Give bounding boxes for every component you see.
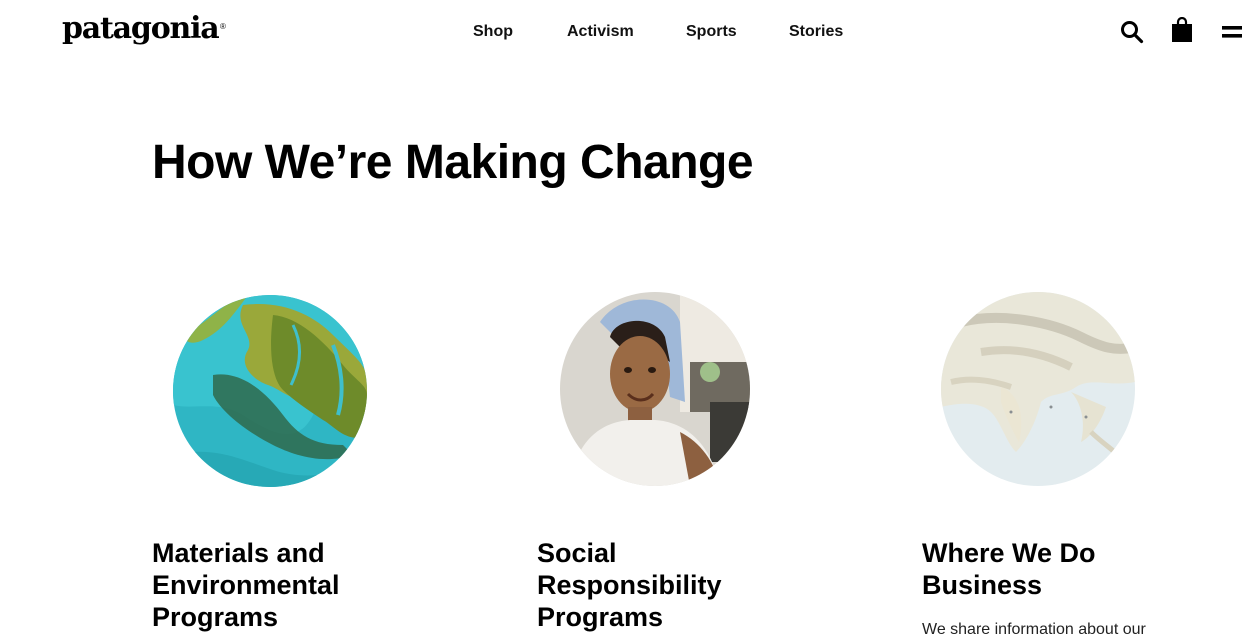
nav-shop[interactable]: Shop xyxy=(473,22,513,42)
card-title-line: Responsibility xyxy=(537,570,722,600)
card-title-social[interactable]: Social Responsibility Programs xyxy=(537,537,722,633)
menu-icon[interactable] xyxy=(1222,25,1242,39)
nav-activism[interactable]: Activism xyxy=(567,22,634,42)
aerial-delta-image[interactable] xyxy=(173,295,367,487)
site-header: patagonia ® Shop Activism Sports Stories xyxy=(0,0,1256,64)
card-description-business: We share information about our xyxy=(922,621,1146,638)
card-title-line: Environmental xyxy=(152,570,340,600)
card-title-line: Social xyxy=(537,538,617,568)
logo-text: patagonia xyxy=(62,11,220,46)
card-title-line: Programs xyxy=(152,602,279,632)
card-title-line: Programs xyxy=(537,602,664,632)
card-title-line: Materials and xyxy=(152,538,325,568)
worker-portrait-image[interactable] xyxy=(560,292,750,486)
asia-map-image[interactable] xyxy=(941,292,1135,486)
registered-mark: ® xyxy=(220,22,226,31)
patagonia-logo[interactable]: patagonia ® xyxy=(62,11,226,46)
nav-sports[interactable]: Sports xyxy=(686,22,737,42)
card-title-materials[interactable]: Materials and Environmental Programs xyxy=(152,537,340,633)
search-icon[interactable] xyxy=(1120,20,1144,44)
page-title: How We’re Making Change xyxy=(152,136,754,189)
shopping-bag-icon[interactable] xyxy=(1171,17,1193,43)
nav-stories[interactable]: Stories xyxy=(789,22,843,42)
card-title-line: Where We Do xyxy=(922,538,1096,568)
card-title-line: Business xyxy=(922,570,1043,600)
card-title-business[interactable]: Where We Do Business xyxy=(922,537,1096,601)
